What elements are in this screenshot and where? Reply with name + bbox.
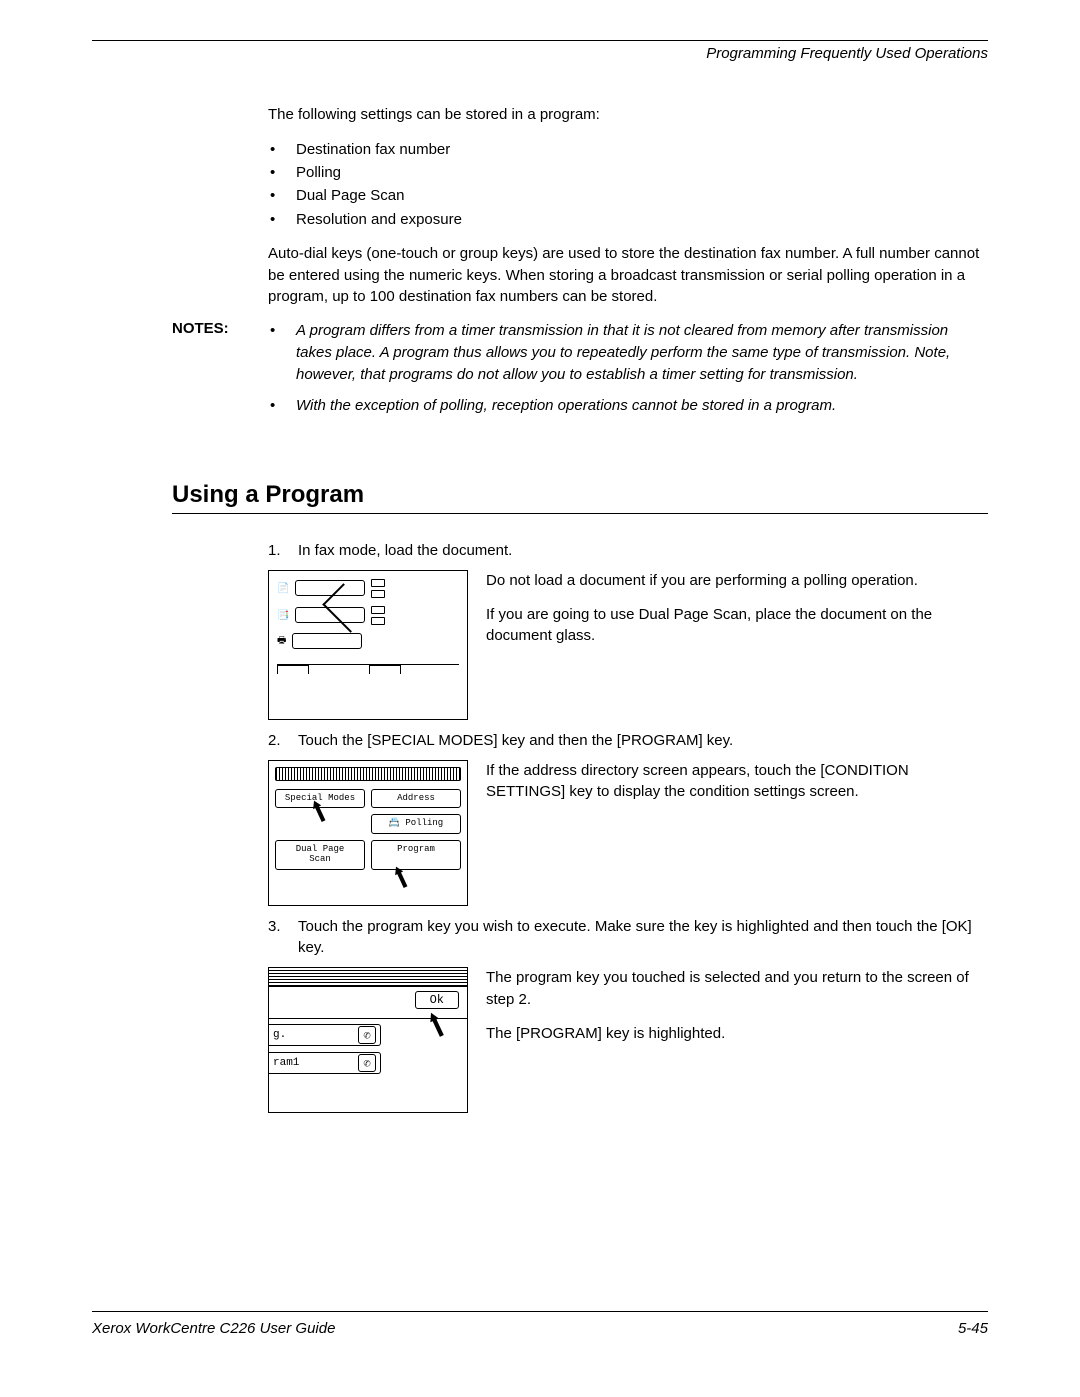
slot-icon [295, 607, 365, 623]
settings-item: Resolution and exposure [296, 208, 988, 231]
page: Programming Frequently Used Operations T… [0, 0, 1080, 1397]
notes-block: NOTES: A program differs from a timer tr… [92, 320, 988, 427]
notes-body: A program differs from a timer transmiss… [268, 320, 988, 427]
row-label: g. [273, 1029, 286, 1041]
program-button[interactable]: Program [371, 840, 461, 870]
footer-page-number: 5-45 [958, 1320, 988, 1337]
step-2-description: If the address directory screen appears,… [486, 760, 988, 906]
slot-icon [292, 633, 362, 649]
program-entry-row[interactable]: ram1 ✆ [269, 1052, 381, 1074]
figure-titlebar [275, 767, 461, 781]
page-footer: Xerox WorkCentre C226 User Guide 5-45 [92, 1311, 988, 1337]
step-text: Touch the [SPECIAL MODES] key and then t… [298, 730, 988, 752]
figure-panel-2: Special Modes Address 📇 Polling Dual Pag… [268, 760, 468, 906]
settings-item: Polling [296, 161, 988, 184]
intro-text: The following settings can be stored in … [268, 104, 988, 126]
copies-icon: 📑 [277, 610, 289, 621]
step-number: 2. [268, 730, 298, 752]
desc-line: Do not load a document if you are perfor… [486, 570, 988, 592]
footer-guide-title: Xerox WorkCentre C226 User Guide [92, 1320, 335, 1337]
step-3: 3. Touch the program key you wish to exe… [268, 916, 988, 1114]
settings-list: Destination fax number Polling Dual Page… [268, 138, 988, 231]
special-modes-button[interactable]: Special Modes [275, 789, 365, 809]
step-text: Touch the program key you wish to execut… [298, 916, 988, 960]
dual-page-scan-button[interactable]: Dual Page Scan [275, 840, 365, 870]
autodial-paragraph: Auto-dial keys (one-touch or group keys)… [268, 243, 988, 308]
step-2: 2. Touch the [SPECIAL MODES] key and the… [268, 730, 988, 906]
step-number: 1. [268, 540, 298, 562]
phone-icon: ✆ [358, 1054, 376, 1072]
tray-icon [369, 665, 401, 674]
settings-item: Destination fax number [296, 138, 988, 161]
note-item: With the exception of polling, reception… [296, 395, 988, 417]
slot-icon [295, 580, 365, 596]
notes-label: NOTES: [92, 320, 268, 427]
figure-panel-3: Ok g. ✆ ram1 ✆ ⬆ [268, 967, 468, 1113]
phone-icon: ✆ [358, 1026, 376, 1044]
desc-line: The [PROGRAM] key is highlighted. [486, 1023, 988, 1045]
ok-button[interactable]: Ok [415, 991, 459, 1009]
settings-item: Dual Page Scan [296, 184, 988, 207]
polling-button[interactable]: 📇 Polling [371, 814, 461, 834]
desc-line: If the address directory screen appears,… [486, 760, 988, 804]
address-button[interactable]: Address [371, 789, 461, 809]
note-item: A program differs from a timer transmiss… [296, 320, 988, 385]
section-heading: Using a Program [172, 481, 988, 514]
tray-icon [277, 665, 309, 674]
step-text: In fax mode, load the document. [298, 540, 988, 562]
step-1-description: Do not load a document if you are perfor… [486, 570, 988, 720]
figure-panel-1: 📄 📑 🖶 [268, 570, 468, 720]
footer-rule [92, 1311, 988, 1312]
row-label: ram1 [273, 1057, 299, 1069]
figure-titlebar [269, 968, 467, 987]
step-1: 1. In fax mode, load the document. 📄 📑 [268, 540, 988, 720]
printer-icon: 🖶 [277, 633, 286, 650]
header-section-title: Programming Frequently Used Operations [92, 45, 988, 62]
step-number: 3. [268, 916, 298, 960]
document-icon: 📄 [277, 583, 289, 594]
steps-list: 1. In fax mode, load the document. 📄 📑 [268, 540, 988, 1113]
step-3-description: The program key you touched is selected … [486, 967, 988, 1113]
desc-line: The program key you touched is selected … [486, 967, 988, 1011]
desc-line: If you are going to use Dual Page Scan, … [486, 604, 988, 648]
body-block: The following settings can be stored in … [268, 104, 988, 308]
header-rule [92, 40, 988, 41]
program-entry-row[interactable]: g. ✆ [269, 1024, 381, 1046]
